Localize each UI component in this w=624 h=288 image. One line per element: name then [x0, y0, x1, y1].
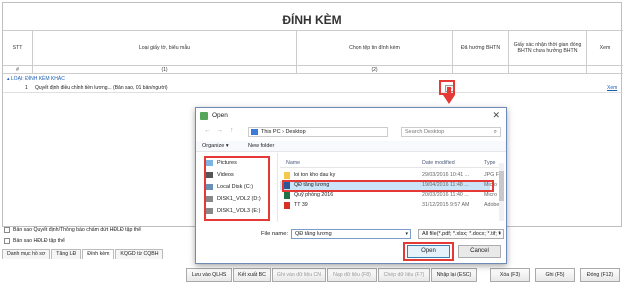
chevron-down-icon[interactable]: ▾ — [498, 230, 501, 238]
reset-button[interactable]: Nhập lại (ESC) — [431, 268, 477, 282]
tab-results[interactable]: KQGD từ CQBH — [115, 249, 164, 259]
app-icon — [200, 112, 208, 120]
back-icon[interactable]: ← — [204, 127, 211, 134]
subheader-col2: (2) — [297, 66, 453, 74]
close-icon[interactable]: ✕ — [492, 110, 500, 121]
address-bar[interactable]: This PC › Desktop — [248, 127, 388, 137]
col-header-stt: STT — [3, 30, 33, 66]
bottom-toolbar: Lưu vào QLHS Kết xuất BC Ghi vào dữ liệu… — [0, 266, 624, 284]
col-header-choose-file: Chọn tệp tin đính kèm — [297, 30, 453, 66]
checkbox-box[interactable] — [4, 227, 10, 233]
cancel-button[interactable]: Cancel — [458, 245, 501, 258]
highlight-nav-pane — [204, 156, 270, 221]
highlight-selected-file — [282, 180, 494, 192]
chevron-down-icon[interactable]: ▾ — [405, 230, 408, 238]
view-link[interactable]: Xem — [607, 84, 617, 93]
scrollbar[interactable] — [499, 163, 504, 221]
file-name-input[interactable]: QĐ tăng lương ▾ — [291, 229, 411, 239]
subheader-col1: (1) — [33, 66, 297, 74]
save-to-qlhs-button[interactable]: Lưu vào QLHS — [186, 268, 232, 282]
computer-icon — [251, 129, 258, 135]
checkbox-collective-contract[interactable]: Bản sao HĐLĐ tập thể — [4, 238, 65, 244]
excel-doc-icon — [284, 192, 290, 199]
file-row[interactable]: loi ton kho dau ky 29/03/2016 10:41 ... … — [280, 171, 501, 180]
checkbox-termination-copy[interactable]: Bản sao Quyết định/Thông báo chấm dứt HĐ… — [4, 227, 141, 233]
row-stt: 1 — [25, 85, 28, 91]
file-type-select[interactable]: All file(*.pdf; *.xlsx; *.docx; *.tif; *… — [418, 229, 504, 239]
highlight-open-button — [403, 242, 454, 261]
dialog-toolbar: Organize ▾ New folder — [196, 141, 506, 152]
tab-increase-labor[interactable]: Tăng LĐ — [51, 249, 82, 259]
new-folder-button[interactable]: New folder — [248, 143, 274, 149]
tab-attachment[interactable]: Đính kèm — [82, 249, 115, 259]
page-title: ĐÍNH KÈM — [282, 13, 342, 27]
dialog-nav-bar: ← → ↑ This PC › Desktop Search Desktop ⌕ — [196, 125, 506, 139]
arrow-down-icon — [443, 95, 455, 104]
close-button[interactable]: Đóng (F12) — [580, 268, 620, 282]
col-name[interactable]: Name — [286, 160, 300, 166]
col-type[interactable]: Type — [484, 160, 495, 166]
tab-bar: Danh mục hồ sơ Tăng LĐ Đính kèm KQGD từ … — [2, 249, 164, 259]
scrollbar-thumb[interactable] — [499, 171, 504, 201]
col-header-bhtn: Đã hướng BHTN — [453, 30, 509, 66]
subheader-empty — [509, 66, 587, 74]
row-doc-name: Quyết định điều chỉnh tiền lương... (Bản… — [35, 85, 168, 91]
subheader-index: # — [3, 66, 33, 74]
folder-icon — [284, 172, 290, 179]
group-label: ▴ LOẠI: ĐÍNH KÈM KHÁC — [7, 76, 65, 82]
table-row: 1 Quyết định điều chỉnh tiền lương... (B… — [3, 84, 623, 93]
file-row[interactable]: Quỹ phòng 2016 20/03/2016 11:40 ... Micr… — [280, 191, 497, 200]
file-list-header: Name Date modified Type — [280, 159, 502, 168]
copy-data-button[interactable]: Chép dữ liệu (F7) — [378, 268, 430, 282]
organize-menu[interactable]: Organize ▾ — [202, 143, 229, 149]
subheader-empty — [453, 66, 509, 74]
dialog-title: Open — [212, 112, 228, 119]
export-report-button[interactable]: Kết xuất BC — [233, 268, 271, 282]
search-input[interactable]: Search Desktop ⌕ — [401, 127, 501, 137]
checkbox-box[interactable] — [4, 238, 10, 244]
file-row[interactable]: TT 39 31/12/2015 9:57 AM Adobe — [280, 201, 499, 210]
col-date[interactable]: Date modified — [422, 160, 455, 166]
load-data-button[interactable]: Nạp dữ liệu (F8) — [327, 268, 377, 282]
write-data-button[interactable]: Ghi vào dữ liệu CN — [272, 268, 326, 282]
col-header-certificate: Giấy xác nhận thời gian đóng BHTN chưa h… — [509, 30, 587, 66]
tab-document-list[interactable]: Danh mục hồ sơ — [2, 249, 51, 259]
open-file-dialog: Open ✕ ← → ↑ This PC › Desktop Search De… — [195, 107, 507, 264]
forward-icon[interactable]: → — [216, 127, 223, 134]
file-name-label: File name: — [261, 231, 289, 237]
dialog-titlebar: Open ✕ — [196, 108, 506, 124]
col-header-doc-type: Loại giấy tờ, biểu mẫu — [33, 30, 297, 66]
pdf-doc-icon — [284, 202, 290, 209]
up-icon[interactable]: ↑ — [230, 127, 234, 134]
search-icon: ⌕ — [493, 129, 497, 135]
path-pc[interactable]: This PC — [261, 129, 281, 135]
delete-button[interactable]: Xóa (F3) — [490, 268, 530, 282]
subheader-empty — [587, 66, 623, 74]
save-button[interactable]: Ghi (F5) — [535, 268, 575, 282]
col-header-view: Xem — [587, 30, 623, 66]
path-desktop[interactable]: Desktop — [285, 129, 305, 135]
